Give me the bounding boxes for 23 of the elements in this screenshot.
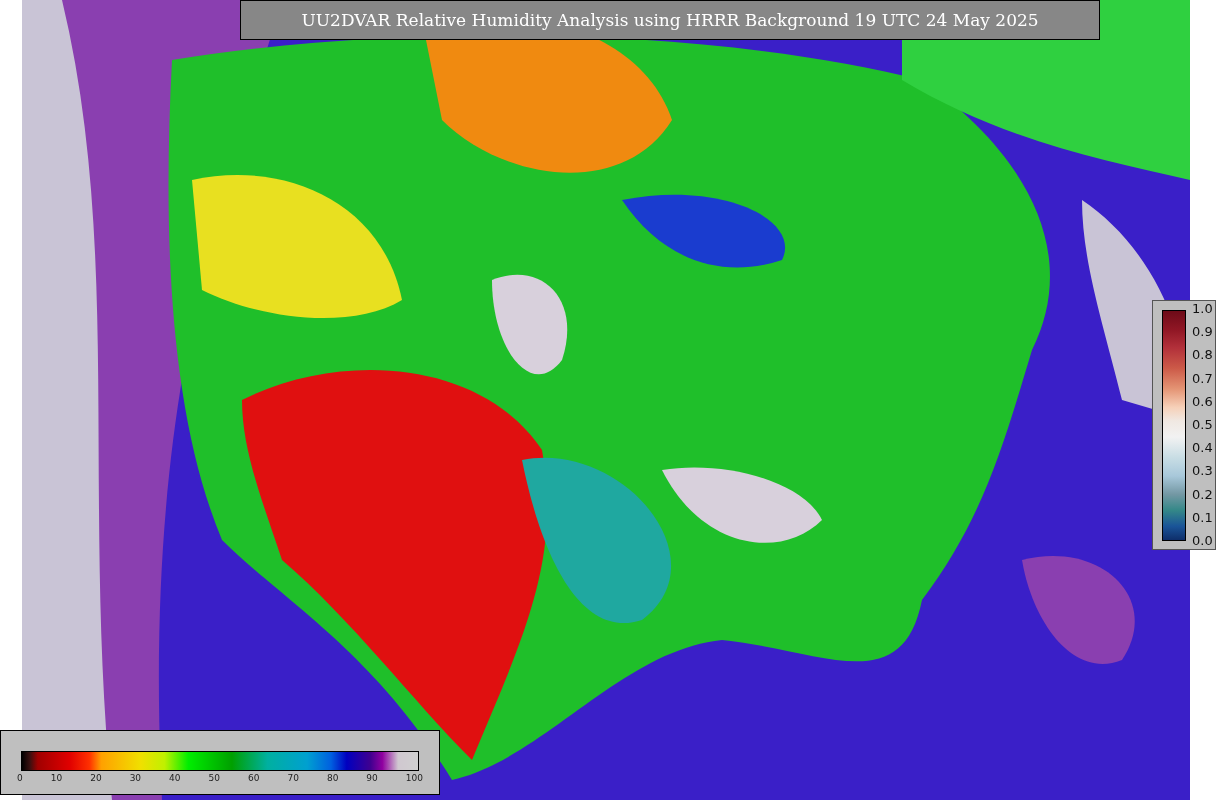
scale-label: 0	[17, 773, 23, 783]
scale-label: 0.3	[1192, 463, 1213, 480]
scale-label: 0.0	[1192, 532, 1213, 549]
scale-label: 50	[208, 773, 220, 783]
scale-label: 10	[50, 773, 63, 783]
scale-label: 0.1	[1192, 509, 1213, 526]
scale-label: 90	[366, 773, 378, 783]
scale-label: 40	[169, 773, 181, 783]
scale-label: 0.8	[1192, 347, 1213, 364]
scale-label: 60	[248, 773, 260, 783]
scale-label: 20	[90, 773, 102, 783]
scale-label: 0.5	[1192, 416, 1213, 433]
scale-label: 80	[326, 773, 339, 783]
map-title: UU2DVAR Relative Humidity Analysis using HRRR Background 19 UTC 24 May 2025	[240, 0, 1100, 40]
scale-label: 70	[287, 773, 299, 783]
scale-label: 0.2	[1192, 486, 1213, 503]
scale-label: 0.9	[1192, 324, 1213, 341]
scale-label: 100	[405, 773, 423, 783]
scale-label: 0.6	[1192, 393, 1213, 410]
scale-label: 0.4	[1192, 440, 1213, 457]
scale-label: 0.7	[1192, 370, 1213, 387]
scale-label: 1.0	[1192, 301, 1213, 317]
scale-label: 30	[129, 773, 142, 783]
